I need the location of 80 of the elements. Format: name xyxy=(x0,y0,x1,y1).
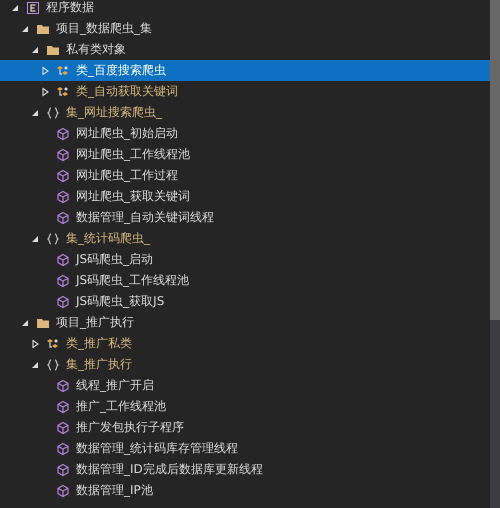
item-label: 类_自动获取关键词 xyxy=(76,83,178,100)
braces-icon xyxy=(46,358,60,372)
class-icon xyxy=(46,336,60,350)
tree-row[interactable]: 类_推广私类 xyxy=(0,333,490,354)
expanded-arrow-icon[interactable] xyxy=(20,318,30,328)
class-icon xyxy=(56,84,70,98)
tree-row[interactable]: 类_百度搜索爬虫 xyxy=(0,60,490,81)
tree-row[interactable]: 集_网址搜索爬虫_ xyxy=(0,102,490,123)
braces-icon xyxy=(46,106,60,120)
expanded-arrow-icon[interactable] xyxy=(30,44,40,54)
item-label: 网址爬虫_初始启动 xyxy=(76,125,178,142)
item-label: 集_推广执行 xyxy=(66,356,132,373)
cube-icon xyxy=(56,442,70,456)
tree-row[interactable]: 集_统计码爬虫_ xyxy=(0,228,490,249)
expanded-arrow-icon[interactable] xyxy=(30,360,40,370)
tree-row[interactable]: 网址爬虫_初始启动 xyxy=(0,123,490,144)
collapsed-arrow-icon[interactable] xyxy=(40,86,50,96)
tree-row[interactable]: 数据管理_ID完成后数据库更新线程 xyxy=(0,459,490,480)
tree-row[interactable]: 推广_工作线程池 xyxy=(0,396,490,417)
expanded-arrow-icon[interactable] xyxy=(10,2,20,12)
cube-icon xyxy=(56,274,70,288)
collapsed-arrow-icon[interactable] xyxy=(30,338,40,348)
cube-icon xyxy=(56,126,70,140)
item-label: 私有类对象 xyxy=(66,41,126,58)
tree-row[interactable]: 网址爬虫_工作过程 xyxy=(0,165,490,186)
cube-icon xyxy=(56,168,70,182)
tree-row[interactable]: JS码爬虫_工作线程池 xyxy=(0,270,490,291)
tree-row[interactable]: 集_推广执行 xyxy=(0,354,490,375)
cube-icon xyxy=(56,294,70,308)
item-label: 集_统计码爬虫_ xyxy=(66,230,150,247)
cube-icon xyxy=(56,400,70,414)
tree-row[interactable]: 网址爬虫_工作线程池 xyxy=(0,144,490,165)
item-label: 推广_工作线程池 xyxy=(76,398,166,415)
item-label: 数据管理_统计码库存管理线程 xyxy=(76,440,238,457)
item-label: 集_网址搜索爬虫_ xyxy=(66,104,162,121)
tree-row[interactable]: 数据管理_统计码库存管理线程 xyxy=(0,438,490,459)
tree-row[interactable]: 项目_推广执行 xyxy=(0,312,490,333)
tree-row[interactable]: 网址爬虫_获取关键词 xyxy=(0,186,490,207)
item-label: 网址爬虫_工作过程 xyxy=(76,167,178,184)
cube-icon xyxy=(56,420,70,434)
cube-icon xyxy=(56,378,70,392)
tree-row[interactable]: 线程_推广开启 xyxy=(0,375,490,396)
item-label: JS码爬虫_启动 xyxy=(76,251,154,268)
cube-icon xyxy=(56,148,70,162)
item-label: 程序数据 xyxy=(46,0,94,16)
tree-row[interactable]: 推广发包执行子程序 xyxy=(0,417,490,438)
class-icon xyxy=(56,64,70,78)
item-label: 项目_推广执行 xyxy=(56,314,134,331)
expanded-arrow-icon[interactable] xyxy=(30,234,40,244)
item-label: JS码爬虫_获取JS xyxy=(76,293,164,310)
tree-row[interactable]: 私有类对象 xyxy=(0,39,490,60)
expanded-arrow-icon[interactable] xyxy=(30,108,40,118)
tree-row[interactable]: 程序数据 xyxy=(0,0,490,18)
item-label: 线程_推广开启 xyxy=(76,377,154,394)
tree-row[interactable]: JS码爬虫_获取JS xyxy=(0,291,490,312)
braces-icon xyxy=(46,232,60,246)
cube-icon xyxy=(56,190,70,204)
tree-row[interactable]: JS码爬虫_启动 xyxy=(0,249,490,270)
scrollbar[interactable] xyxy=(490,0,500,508)
item-label: 项目_数据爬虫_集 xyxy=(56,20,152,37)
expanded-arrow-icon[interactable] xyxy=(20,24,30,34)
item-label: 数据管理_自动关键词线程 xyxy=(76,209,214,226)
item-label: 数据管理_IP池 xyxy=(76,482,153,499)
item-label: JS码爬虫_工作线程池 xyxy=(76,272,190,289)
cube-icon xyxy=(56,462,70,476)
cube-icon xyxy=(56,252,70,266)
cube-icon xyxy=(56,210,70,224)
cube-icon xyxy=(56,484,70,498)
item-label: 推广发包执行子程序 xyxy=(76,419,184,436)
item-label: 数据管理_ID完成后数据库更新线程 xyxy=(76,461,263,478)
scrollbar-thumb[interactable] xyxy=(490,0,500,320)
document-icon xyxy=(26,0,40,14)
tree-row[interactable]: 项目_数据爬虫_集 xyxy=(0,18,490,39)
item-label: 类_百度搜索爬虫 xyxy=(76,62,166,79)
tree-row[interactable]: 数据管理_IP池 xyxy=(0,480,490,501)
tree-row[interactable]: 类_自动获取关键词 xyxy=(0,81,490,102)
item-label: 网址爬虫_获取关键词 xyxy=(76,188,190,205)
item-label: 类_推广私类 xyxy=(66,335,132,352)
item-label: 网址爬虫_工作线程池 xyxy=(76,146,190,163)
tree-row[interactable]: 数据管理_自动关键词线程 xyxy=(0,207,490,228)
